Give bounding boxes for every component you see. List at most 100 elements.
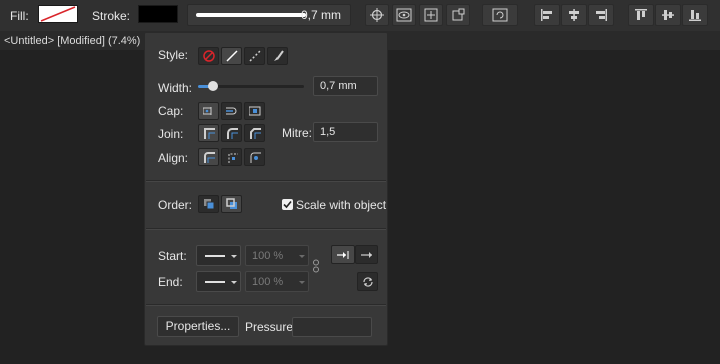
line-preview bbox=[205, 281, 225, 283]
stroke-width-value: 0,7 mm bbox=[301, 8, 342, 22]
arrow-inside-icon bbox=[337, 250, 349, 259]
separator bbox=[146, 228, 386, 230]
align-center-stroke-icon bbox=[228, 153, 238, 163]
cap-square-button[interactable] bbox=[244, 102, 265, 120]
end-arrowhead-dropdown[interactable] bbox=[196, 271, 241, 292]
pressure-label: Pressure: bbox=[245, 320, 297, 334]
cap-round-button[interactable] bbox=[221, 102, 242, 120]
align-top-button[interactable] bbox=[628, 4, 654, 26]
style-label: Style: bbox=[158, 48, 189, 62]
swap-arrows-button[interactable] bbox=[357, 272, 378, 291]
align-center-button[interactable] bbox=[561, 4, 587, 26]
start-arrowhead-dropdown[interactable] bbox=[196, 245, 241, 266]
transform-icon bbox=[452, 8, 465, 21]
width-field-value: 0,7 mm bbox=[320, 80, 357, 92]
join-label: Join: bbox=[158, 127, 184, 141]
align-middle-icon bbox=[662, 10, 674, 20]
scale-with-object-label: Scale with object bbox=[296, 198, 387, 212]
style-brush-button[interactable] bbox=[267, 47, 288, 65]
align-middle-button[interactable] bbox=[655, 4, 681, 26]
arrow-outside-icon bbox=[360, 251, 372, 258]
chevron-down-icon bbox=[231, 255, 237, 258]
stroke-behind-icon bbox=[203, 199, 214, 210]
mitre-label: Mitre: bbox=[282, 126, 312, 140]
stroke-width-control[interactable]: 0,7 mm bbox=[187, 4, 351, 26]
link-icon[interactable] bbox=[312, 259, 320, 273]
cap-round-icon bbox=[225, 107, 236, 115]
align-inside-icon bbox=[203, 152, 215, 163]
start-scale-field[interactable]: 100 % bbox=[245, 245, 309, 266]
mitre-field-value: 1,5 bbox=[320, 126, 336, 138]
properties-button[interactable]: Properties... bbox=[157, 316, 239, 337]
eye-icon bbox=[396, 8, 412, 22]
cap-butt-button[interactable] bbox=[198, 102, 219, 120]
stroke-front-icon bbox=[225, 198, 237, 209]
style-none-button[interactable] bbox=[198, 47, 219, 65]
join-bevel-button[interactable] bbox=[244, 124, 265, 142]
move-icon bbox=[424, 8, 438, 22]
brush-icon bbox=[273, 50, 284, 61]
stroke-swatch[interactable] bbox=[138, 5, 178, 23]
join-round-icon bbox=[226, 128, 238, 139]
align-right-icon bbox=[596, 9, 607, 21]
snap-button[interactable] bbox=[365, 4, 389, 26]
transform-button[interactable] bbox=[446, 4, 470, 26]
join-miter-icon bbox=[203, 128, 215, 139]
chevron-down-icon bbox=[299, 281, 305, 284]
end-scale-field[interactable]: 100 % bbox=[245, 271, 309, 292]
align-bottom-icon bbox=[689, 10, 701, 21]
arrow-inside-button[interactable] bbox=[331, 245, 355, 264]
align-label: Align: bbox=[158, 151, 189, 165]
rotate-button[interactable] bbox=[482, 4, 518, 26]
no-fill-icon bbox=[40, 6, 76, 22]
width-slider-thumb[interactable] bbox=[208, 81, 218, 91]
fill-label: Fill: bbox=[10, 9, 29, 23]
chevron-down-icon bbox=[299, 255, 305, 258]
order-label: Order: bbox=[158, 198, 193, 212]
join-round-button[interactable] bbox=[221, 124, 242, 142]
mitre-field[interactable]: 1,5 bbox=[313, 122, 378, 142]
align-outside-button[interactable] bbox=[244, 148, 265, 166]
join-bevel-icon bbox=[249, 128, 261, 139]
join-miter-button[interactable] bbox=[198, 124, 219, 142]
no-line-icon bbox=[202, 50, 215, 62]
width-label: Width: bbox=[158, 81, 193, 95]
style-solid-button[interactable] bbox=[221, 47, 242, 65]
scale-checkbox[interactable] bbox=[282, 199, 293, 210]
arrow-outside-button[interactable] bbox=[355, 245, 378, 264]
separator bbox=[146, 180, 386, 182]
rotate-icon bbox=[492, 8, 508, 22]
style-dashed-button[interactable] bbox=[244, 47, 265, 65]
align-top-icon bbox=[635, 9, 647, 20]
stroke-label: Stroke: bbox=[92, 9, 131, 23]
align-inside-button[interactable] bbox=[198, 148, 219, 166]
start-label: Start: bbox=[158, 249, 187, 263]
line-preview bbox=[205, 255, 225, 257]
solid-line-icon bbox=[225, 50, 238, 62]
order-behind-button[interactable] bbox=[198, 195, 219, 213]
width-field[interactable]: 0,7 mm bbox=[313, 76, 378, 96]
end-scale-value: 100 % bbox=[252, 276, 284, 288]
stroke-width-slider[interactable] bbox=[196, 13, 306, 17]
cap-label: Cap: bbox=[158, 104, 184, 118]
start-scale-value: 100 % bbox=[252, 250, 284, 262]
align-left-icon bbox=[541, 9, 552, 21]
crosshair-icon bbox=[370, 8, 384, 22]
fill-swatch[interactable] bbox=[38, 5, 78, 23]
document-title[interactable]: <Untitled> [Modified] (7.4%) bbox=[4, 35, 140, 47]
pressure-graph[interactable] bbox=[292, 317, 372, 337]
align-outside-icon bbox=[250, 152, 261, 163]
view-button[interactable] bbox=[392, 4, 416, 26]
check-icon bbox=[283, 200, 292, 209]
align-center-icon bbox=[569, 9, 579, 21]
move-button[interactable] bbox=[419, 4, 443, 26]
dashed-line-icon bbox=[248, 50, 261, 62]
align-center-stroke-button[interactable] bbox=[221, 148, 242, 166]
width-slider-track[interactable] bbox=[198, 81, 304, 91]
order-front-button[interactable] bbox=[221, 195, 242, 213]
align-right-button[interactable] bbox=[588, 4, 614, 26]
align-bottom-button[interactable] bbox=[682, 4, 708, 26]
cap-butt-icon bbox=[202, 107, 211, 115]
chevron-down-icon bbox=[231, 281, 237, 284]
align-left-button[interactable] bbox=[534, 4, 560, 26]
